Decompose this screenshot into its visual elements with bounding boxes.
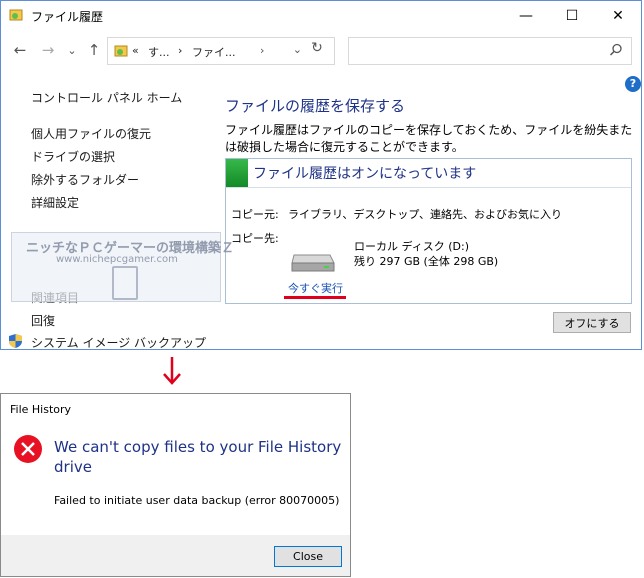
watermark-pc-icon bbox=[112, 266, 138, 300]
error-dialog: File History We can't copy files to your… bbox=[0, 393, 351, 577]
back-arrow-icon[interactable]: ← bbox=[11, 41, 29, 59]
source-label: コピー元: bbox=[231, 208, 279, 221]
title-bar: ファイル履歴 — ☐ ✕ bbox=[1, 1, 641, 31]
watermark-url: www.nichepcgamer.com bbox=[56, 254, 178, 265]
destination-label: コピー先: bbox=[231, 232, 279, 245]
error-icon bbox=[14, 435, 42, 463]
up-arrow-icon[interactable]: ↑ bbox=[85, 41, 103, 59]
status-panel-header: ファイル履歴はオンになっています bbox=[226, 159, 631, 188]
status-title: ファイル履歴はオンになっています bbox=[253, 166, 477, 182]
help-icon[interactable]: ? bbox=[625, 76, 641, 92]
file-history-window: ファイル履歴 — ☐ ✕ ← → ⌄ ↑ « す... › ファイ... › ⌄… bbox=[0, 0, 642, 350]
address-separator[interactable]: › bbox=[178, 44, 182, 57]
refresh-icon[interactable]: ↻ bbox=[307, 40, 327, 58]
watermark: ニッチなＰＣゲーマーの環境構築Ｚ www.nichepcgamer.com bbox=[11, 232, 234, 302]
uac-shield-icon bbox=[9, 334, 22, 348]
drive-space: 残り 297 GB (全体 298 GB) bbox=[354, 255, 499, 268]
search-icon bbox=[609, 43, 622, 56]
sidebar-control-panel-home[interactable]: コントロール パネル ホーム bbox=[31, 89, 182, 106]
recent-locations-icon[interactable]: ⌄ bbox=[63, 41, 81, 59]
run-now-link[interactable]: 今すぐ実行 bbox=[288, 280, 343, 296]
navigation-bar: ← → ⌄ ↑ « す... › ファイ... › ⌄ ↻ bbox=[1, 35, 641, 67]
annotation-underline bbox=[284, 296, 346, 299]
maximize-button[interactable]: ☐ bbox=[549, 1, 595, 31]
sidebar-item-advanced-settings[interactable]: 詳細設定 bbox=[31, 194, 79, 211]
address-segment-control-panel[interactable]: す... bbox=[148, 44, 170, 60]
forward-arrow-icon[interactable]: → bbox=[39, 41, 57, 59]
turn-off-button[interactable]: オフにする bbox=[553, 312, 631, 333]
window-title: ファイル履歴 bbox=[31, 10, 104, 24]
page-description: ファイル履歴はファイルのコピーを保存しておくため、ファイルを紛失または破損した場… bbox=[225, 123, 633, 154]
file-history-app-icon bbox=[9, 9, 23, 21]
status-on-indicator bbox=[226, 159, 248, 187]
address-segment-file-history[interactable]: ファイ... bbox=[192, 44, 236, 60]
search-input[interactable] bbox=[348, 37, 632, 65]
dialog-detail: Failed to initiate user data backup (err… bbox=[54, 494, 340, 507]
red-down-arrow-icon bbox=[163, 357, 181, 385]
page-title: ファイルの履歴を保存する bbox=[225, 97, 406, 115]
sidebar-item-restore-files[interactable]: 個人用ファイルの復元 bbox=[31, 125, 151, 142]
dialog-title: File History bbox=[10, 403, 72, 416]
drive-name: ローカル ディスク (D:) bbox=[354, 240, 469, 253]
address-overflow-chevron[interactable]: « bbox=[132, 44, 139, 57]
address-bar[interactable]: « す... › ファイ... › ⌄ bbox=[107, 37, 335, 65]
close-button[interactable]: Close bbox=[274, 546, 342, 567]
hard-drive-icon bbox=[291, 254, 335, 272]
minimize-button[interactable]: — bbox=[503, 1, 549, 31]
status-panel: ファイル履歴はオンになっています コピー元: ライブラリ、デスクトップ、連絡先、… bbox=[225, 158, 632, 304]
dialog-footer: Close bbox=[1, 535, 350, 576]
address-separator[interactable]: › bbox=[260, 44, 264, 57]
file-history-folder-icon bbox=[114, 45, 128, 57]
sidebar-item-system-image-backup[interactable]: システム イメージ バックアップ bbox=[31, 334, 206, 351]
source-value: ライブラリ、デスクトップ、連絡先、およびお気に入り bbox=[288, 208, 563, 221]
sidebar-item-select-drive[interactable]: ドライブの選択 bbox=[31, 148, 115, 165]
close-window-button[interactable]: ✕ bbox=[595, 1, 641, 31]
sidebar-item-exclude-folders[interactable]: 除外するフォルダー bbox=[31, 171, 139, 188]
address-dropdown-icon[interactable]: ⌄ bbox=[293, 43, 302, 56]
sidebar-item-recovery[interactable]: 回復 bbox=[31, 312, 55, 329]
dialog-message: We can't copy files to your File History… bbox=[54, 438, 342, 476]
